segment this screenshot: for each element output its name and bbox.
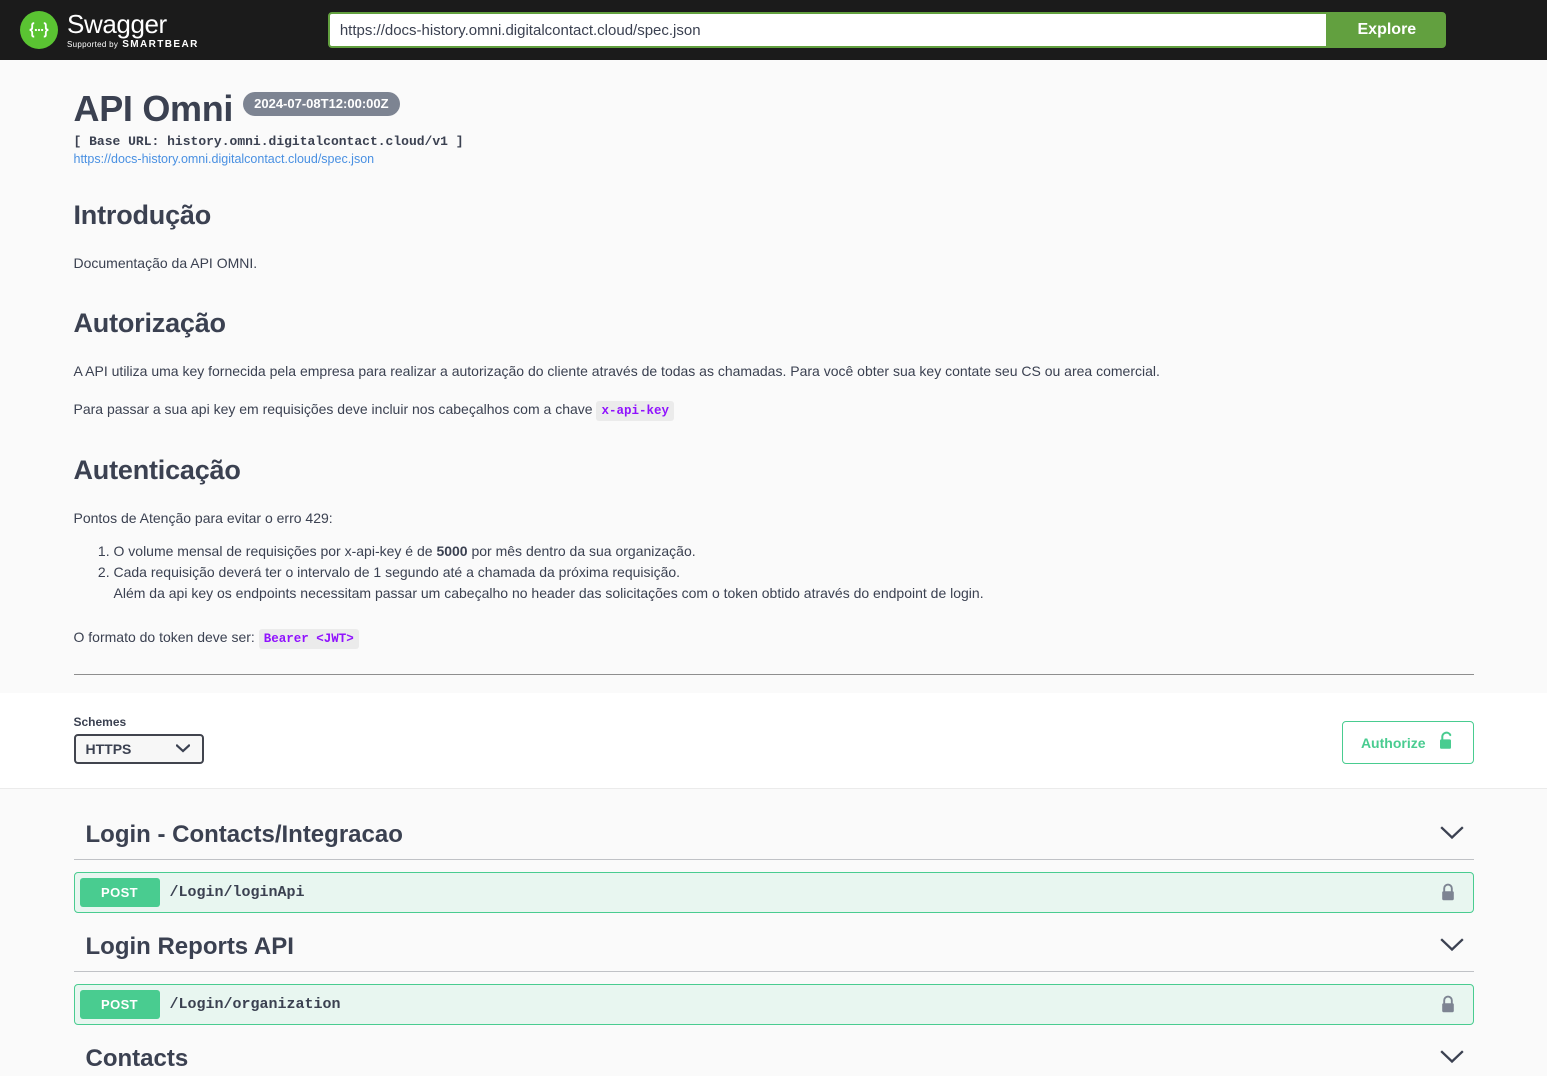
token-format-paragraph: O formato do token deve ser: Bearer <JWT… <box>74 627 1474 649</box>
x-api-key-code: x-api-key <box>596 401 674 421</box>
lock-icon[interactable] <box>1440 995 1456 1014</box>
schemes-label: Schemes <box>73 715 127 730</box>
tag-name: Login Reports API <box>85 933 294 961</box>
api-version-badge: 2024-07-08T12:00:00Z <box>243 92 400 116</box>
intro-paragraph: Documentação da API OMNI. <box>73 255 258 271</box>
explore-button[interactable]: Explore <box>1327 12 1446 48</box>
operations-area: Login - Contacts/Integracao POST /Login/… <box>0 789 1547 1076</box>
operation-path: /Login/loginApi <box>169 884 305 902</box>
heading-introducao: Introdução <box>73 200 212 230</box>
lock-icon[interactable] <box>1440 883 1456 902</box>
api-description: Introdução Documentação da API OMNI. Aut… <box>73 200 1474 676</box>
authentication-intro: Pontos de Atenção para evitar o erro 429… <box>73 509 333 526</box>
auth-item2-line2: Além da api key os endpoints necessitam … <box>113 585 984 602</box>
tag-section: Contacts POST /ContactsApi <box>74 1035 1474 1076</box>
list-item: O volume mensal de requisições por x-api… <box>114 541 1474 562</box>
auth-item2-line1: Cada requisição deverá ter o intervalo d… <box>113 564 681 581</box>
authorization-paragraph-1: A API utiliza uma key fornecida pela emp… <box>73 363 1160 379</box>
tag-section: Login - Contacts/Integracao POST /Login/… <box>73 811 1474 914</box>
topbar: Swagger Supported by SMARTBEAR Explore <box>0 0 1547 60</box>
supported-by-label: Supported by <box>67 39 119 49</box>
page-title: API Omni <box>73 88 234 129</box>
authorize-label: Authorize <box>1360 734 1426 751</box>
api-title-row: API Omni 2024-07-08T12:00:00Z <box>74 88 1474 130</box>
tag-name: Login - Contacts/Integracao <box>85 821 403 849</box>
base-url: [ Base URL: history.omni.digitalcontact.… <box>73 134 464 149</box>
heading-autenticacao: Autenticação <box>73 454 241 485</box>
authorization-paragraph-2: Para passar a sua api key em requisições… <box>74 399 1474 421</box>
schemes-selected-value: HTTPS <box>85 741 132 758</box>
unlock-icon <box>1438 731 1455 754</box>
spec-url-input[interactable] <box>327 12 1328 48</box>
operation-row[interactable]: POST /Login/organization <box>73 984 1474 1026</box>
bearer-jwt-code: Bearer <JWT> <box>258 628 359 649</box>
auth-item1-post: por mês dentro da sua organização. <box>467 542 696 559</box>
info-divider <box>73 674 1474 676</box>
tag-section: Login Reports API POST /Login/organizati… <box>73 923 1474 1026</box>
tag-name: Contacts <box>85 1045 189 1073</box>
schemes-bar: Schemes HTTPS Authorize <box>0 693 1547 790</box>
schemes-block: Schemes HTTPS <box>73 715 204 765</box>
schemes-select[interactable]: HTTPS <box>73 734 204 765</box>
http-method-badge: POST <box>79 990 160 1020</box>
tag-header-login-contacts-integracao[interactable]: Login - Contacts/Integracao <box>73 811 1474 861</box>
authorization-paragraph-2-text: Para passar a sua api key em requisições… <box>73 401 593 417</box>
chevron-down-icon[interactable] <box>1439 938 1464 957</box>
spec-json-link[interactable]: https://docs-history.omni.digitalcontact… <box>74 152 1474 166</box>
chevron-down-icon[interactable] <box>1439 1050 1464 1069</box>
chevron-down-icon[interactable] <box>1439 826 1464 845</box>
tag-header-login-reports-api[interactable]: Login Reports API <box>73 923 1474 973</box>
http-method-badge: POST <box>79 878 160 908</box>
swagger-supported-by: Supported by SMARTBEAR <box>67 38 199 50</box>
swagger-wordmark: Swagger <box>67 8 167 39</box>
swagger-logo-link[interactable]: Swagger Supported by SMARTBEAR <box>20 11 199 50</box>
operation-row[interactable]: POST /Login/loginApi <box>73 872 1474 914</box>
heading-autorizacao: Autorização <box>73 308 227 338</box>
swagger-braces-icon <box>20 11 58 49</box>
api-info-block: API Omni 2024-07-08T12:00:00Z [ Base URL… <box>0 60 1547 694</box>
spec-url-form: Explore <box>199 12 1547 48</box>
auth-item1-bold: 5000 <box>436 542 468 559</box>
authentication-list: O volume mensal de requisições por x-api… <box>74 541 1474 605</box>
swagger-logo-text: Swagger Supported by SMARTBEAR <box>67 11 199 50</box>
operation-path: /Login/organization <box>169 996 341 1014</box>
authorize-button[interactable]: Authorize <box>1341 721 1474 765</box>
chevron-down-icon <box>174 740 191 758</box>
list-item: Cada requisição deverá ter o intervalo d… <box>114 562 1474 605</box>
smartbear-label: SMARTBEAR <box>122 38 199 50</box>
tag-header-contacts[interactable]: Contacts <box>74 1035 1474 1076</box>
auth-item1-pre: O volume mensal de requisições por x-api… <box>113 542 437 559</box>
token-format-label: O formato do token deve ser: <box>73 628 255 645</box>
